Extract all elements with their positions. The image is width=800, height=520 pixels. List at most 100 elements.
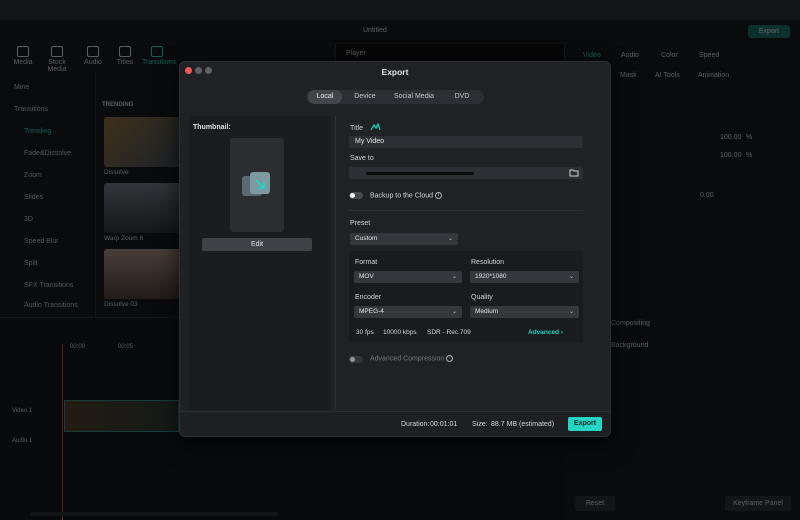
- advanced-link[interactable]: Advanced ›: [528, 329, 563, 336]
- thumb-dissolve-03[interactable]: [104, 249, 182, 299]
- keyframe-panel-button[interactable]: Keyframe Panel: [725, 496, 791, 511]
- encoder-label: Encoder: [355, 294, 382, 301]
- tab-stock-media[interactable]: Stock Media: [42, 46, 72, 73]
- format-select[interactable]: MOV ⌄: [354, 271, 462, 283]
- quality-select[interactable]: Medium ⌄: [470, 306, 579, 318]
- tab-video[interactable]: Video: [583, 52, 601, 59]
- tab-local[interactable]: Local: [308, 90, 342, 104]
- subtab-animation[interactable]: Animation: [698, 72, 729, 79]
- nav-sfx-transitions[interactable]: SFX Transitions: [24, 282, 73, 289]
- tab-transitions[interactable]: Transitions: [142, 46, 176, 66]
- tab-social-media[interactable]: Social Media: [388, 90, 440, 104]
- project-title: Untitled: [363, 27, 387, 34]
- tab-color[interactable]: Color: [661, 52, 678, 59]
- nav-speed-blur[interactable]: Speed Blur: [24, 238, 59, 245]
- title-input[interactable]: My Video: [349, 136, 583, 148]
- export-target-tabs: Local Device Social Media DVD: [306, 90, 484, 104]
- section-header: TRENDING: [102, 102, 134, 108]
- compositing-label: Compositing: [611, 320, 650, 327]
- tab-media[interactable]: Media: [8, 46, 38, 66]
- export-button[interactable]: Export: [568, 417, 602, 431]
- folder-icon[interactable]: [569, 169, 579, 177]
- chevron-down-icon: ⌄: [447, 236, 453, 242]
- nav-fade-dissolve[interactable]: Fade&Dissolve: [24, 150, 71, 157]
- thumb-label: Dissolve: [104, 169, 129, 176]
- info-icon[interactable]: i: [435, 192, 443, 199]
- resolution-select[interactable]: 1920*1080 ⌄: [470, 271, 579, 283]
- save-path-field[interactable]: [349, 167, 583, 179]
- title-label: Title: [350, 125, 363, 132]
- thumbnail-label: Thumbnail:: [193, 124, 231, 131]
- category-sidebar: Mine Transitions Trending Fade&Dissolve …: [0, 72, 95, 317]
- nav-transitions[interactable]: Transitions: [14, 106, 48, 113]
- subtab-mask[interactable]: Mask: [620, 72, 637, 79]
- nav-3d[interactable]: 3D: [24, 216, 33, 223]
- track-label-video: Video 1: [12, 408, 33, 414]
- fps-value: 30 fps: [356, 329, 374, 336]
- editor-window: Untitled Export Media Stock Media Audio …: [0, 0, 800, 520]
- position-value[interactable]: 0.00: [700, 192, 714, 199]
- thumb-warp-zoom[interactable]: [104, 183, 182, 233]
- advanced-compression-toggle[interactable]: [349, 356, 363, 363]
- tab-audio-prop[interactable]: Audio: [621, 52, 639, 59]
- subtab-ai-tools[interactable]: AI Tools: [655, 72, 680, 79]
- chevron-down-icon: ⌄: [568, 274, 574, 280]
- scale-y-unit: %: [746, 152, 753, 159]
- redacted-path: [366, 172, 474, 175]
- duration-label: Duration:: [401, 421, 430, 428]
- color-space-value: SDR - Rec.709: [427, 329, 471, 336]
- size-value: 88.7 MB (estimated): [491, 421, 555, 428]
- scale-y-value[interactable]: 100.00: [720, 152, 741, 159]
- duration-value: 00:01:01: [430, 421, 458, 428]
- nav-trending[interactable]: Trending: [24, 128, 51, 135]
- resolution-label: Resolution: [471, 259, 505, 266]
- nav-slides[interactable]: Slides: [24, 194, 43, 201]
- scale-x-unit: %: [746, 134, 753, 141]
- divider: [349, 210, 583, 211]
- timeline-scrollbar[interactable]: [30, 512, 278, 516]
- column-divider: [335, 116, 336, 410]
- nav-zoom[interactable]: Zoom: [24, 172, 42, 179]
- thumb-label: Dissolve 03: [104, 301, 138, 308]
- chevron-down-icon: ⌄: [568, 309, 574, 315]
- size-label: Size:: [472, 421, 488, 428]
- timecode: 00:05: [118, 344, 134, 350]
- thumb-dissolve[interactable]: [104, 117, 182, 167]
- reset-button[interactable]: Reset: [575, 496, 615, 511]
- thumb-label: Warp Zoom 6: [104, 235, 144, 242]
- preset-select[interactable]: Custom ⌄: [350, 233, 458, 245]
- dialog-title: Export: [381, 67, 409, 77]
- tab-audio[interactable]: Audio: [78, 46, 108, 66]
- save-to-label: Save to: [350, 155, 374, 162]
- backup-toggle[interactable]: [349, 192, 363, 199]
- tab-speed[interactable]: Speed: [699, 52, 719, 59]
- ai-title-icon[interactable]: [370, 123, 381, 132]
- track-label-audio: Audio 1: [12, 438, 33, 444]
- background-label: Background: [611, 342, 649, 349]
- thumbnail-preview[interactable]: [230, 138, 284, 232]
- nav-mine[interactable]: Mine: [14, 84, 29, 91]
- chevron-down-icon: ⌄: [451, 309, 457, 315]
- thumbnail-placeholder-icon: [242, 172, 270, 196]
- timecode: 00:00: [70, 344, 86, 350]
- export-dialog: Export Local Device Social Media DVD Thu…: [179, 61, 611, 437]
- video-clip[interactable]: [64, 400, 179, 432]
- nav-audio-transitions[interactable]: Audio Transitions: [24, 302, 78, 309]
- playhead[interactable]: [62, 344, 63, 520]
- format-label: Format: [355, 259, 378, 266]
- player-label: Player: [346, 50, 366, 57]
- edit-thumbnail-button[interactable]: Edit: [202, 238, 312, 251]
- tab-device[interactable]: Device: [346, 90, 384, 104]
- encoder-select[interactable]: MPEG-4 ⌄: [354, 306, 462, 318]
- title-bar: Untitled Export: [0, 20, 800, 44]
- tab-titles[interactable]: Titles: [110, 46, 140, 66]
- info-icon[interactable]: i: [446, 355, 454, 362]
- backup-label: Backup to the Cloud i: [370, 192, 443, 199]
- chevron-down-icon: ⌄: [451, 274, 457, 280]
- quality-label: Quality: [471, 294, 493, 301]
- preset-label: Preset: [350, 220, 371, 227]
- tab-dvd[interactable]: DVD: [444, 90, 480, 104]
- nav-split[interactable]: Split: [24, 260, 38, 267]
- top-export-button[interactable]: Export: [748, 25, 790, 38]
- scale-x-value[interactable]: 100.00: [720, 134, 741, 141]
